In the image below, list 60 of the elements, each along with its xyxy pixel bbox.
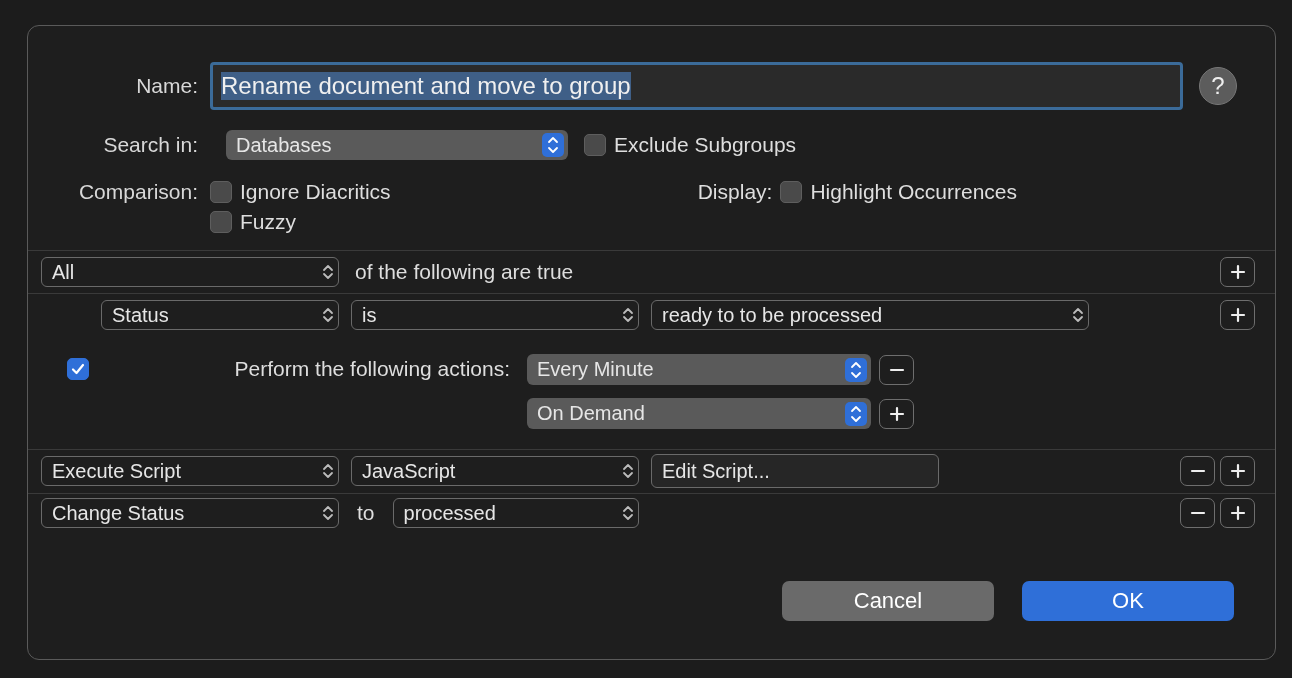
checkbox-label: Exclude Subgroups — [614, 133, 797, 157]
chevrons-icon — [621, 504, 634, 522]
ok-button[interactable]: OK — [1022, 581, 1234, 621]
chevrons-icon — [322, 306, 334, 324]
minus-icon — [1190, 512, 1205, 514]
checkbox-label: Highlight Occurrences — [810, 180, 1017, 204]
chevrons-icon — [622, 306, 634, 324]
stepper-icon — [845, 401, 867, 426]
plus-icon — [1230, 308, 1245, 322]
chevrons-icon — [322, 462, 334, 480]
popup-menu[interactable]: Every Minute — [527, 354, 871, 385]
popup-menu[interactable]: Databases — [226, 130, 568, 160]
field-label: Display: — [697, 180, 773, 204]
stepper-icon — [542, 133, 564, 157]
add-button[interactable] — [1220, 498, 1255, 528]
joiner-text: to — [357, 501, 375, 525]
help-button[interactable]: ? — [1199, 67, 1237, 105]
cancel-button[interactable]: Cancel — [782, 581, 994, 621]
popup-menu[interactable]: Execute Script — [41, 456, 339, 486]
field-label: Comparison: — [78, 180, 198, 204]
stepper-icon — [845, 357, 867, 382]
chevrons-icon — [1072, 306, 1084, 324]
checkbox[interactable] — [584, 134, 606, 156]
plus-icon — [889, 406, 904, 421]
field-label: Name: — [136, 74, 198, 98]
chevrons-icon — [322, 504, 334, 522]
popup-menu[interactable]: processed — [392, 498, 639, 528]
checkbox[interactable] — [780, 181, 803, 203]
remove-button[interactable] — [1180, 498, 1215, 528]
popup-menu[interactable]: On Demand — [527, 398, 871, 429]
checkbox[interactable] — [210, 211, 232, 233]
plus-icon — [1230, 506, 1245, 520]
popup-menu[interactable]: JavaScript — [351, 456, 639, 486]
add-button[interactable] — [879, 398, 914, 429]
add-button[interactable] — [1220, 257, 1255, 287]
add-button[interactable] — [1220, 456, 1255, 486]
popup-menu[interactable]: ready to to be processed — [651, 300, 1089, 330]
plus-icon — [1230, 464, 1245, 478]
condition-text: of the following are true — [355, 260, 574, 284]
remove-button[interactable] — [1180, 456, 1215, 486]
minus-icon — [889, 368, 904, 371]
popup-menu[interactable]: is — [351, 300, 639, 330]
chevrons-icon — [622, 462, 634, 480]
minus-icon — [1190, 470, 1205, 472]
remove-button[interactable] — [879, 354, 914, 385]
popup-menu[interactable]: Change Status — [41, 498, 339, 528]
checkbox-label: Ignore Diacritics — [240, 180, 391, 204]
popup-menu[interactable]: Status — [101, 300, 339, 330]
popup-menu[interactable]: All — [41, 257, 339, 287]
script-field[interactable]: Edit Script... — [651, 454, 939, 488]
plus-icon — [1230, 265, 1245, 279]
checkmark-icon — [71, 362, 85, 376]
chevrons-icon — [322, 263, 334, 281]
checkbox[interactable] — [67, 358, 89, 380]
checkbox[interactable] — [210, 181, 232, 203]
checkbox-label: Fuzzy — [240, 210, 296, 234]
name-field[interactable]: Rename document and move to group — [210, 62, 1183, 110]
actions-label: Perform the following actions: — [233, 356, 510, 381]
field-label: Search in: — [103, 133, 198, 157]
add-button[interactable] — [1220, 300, 1255, 330]
